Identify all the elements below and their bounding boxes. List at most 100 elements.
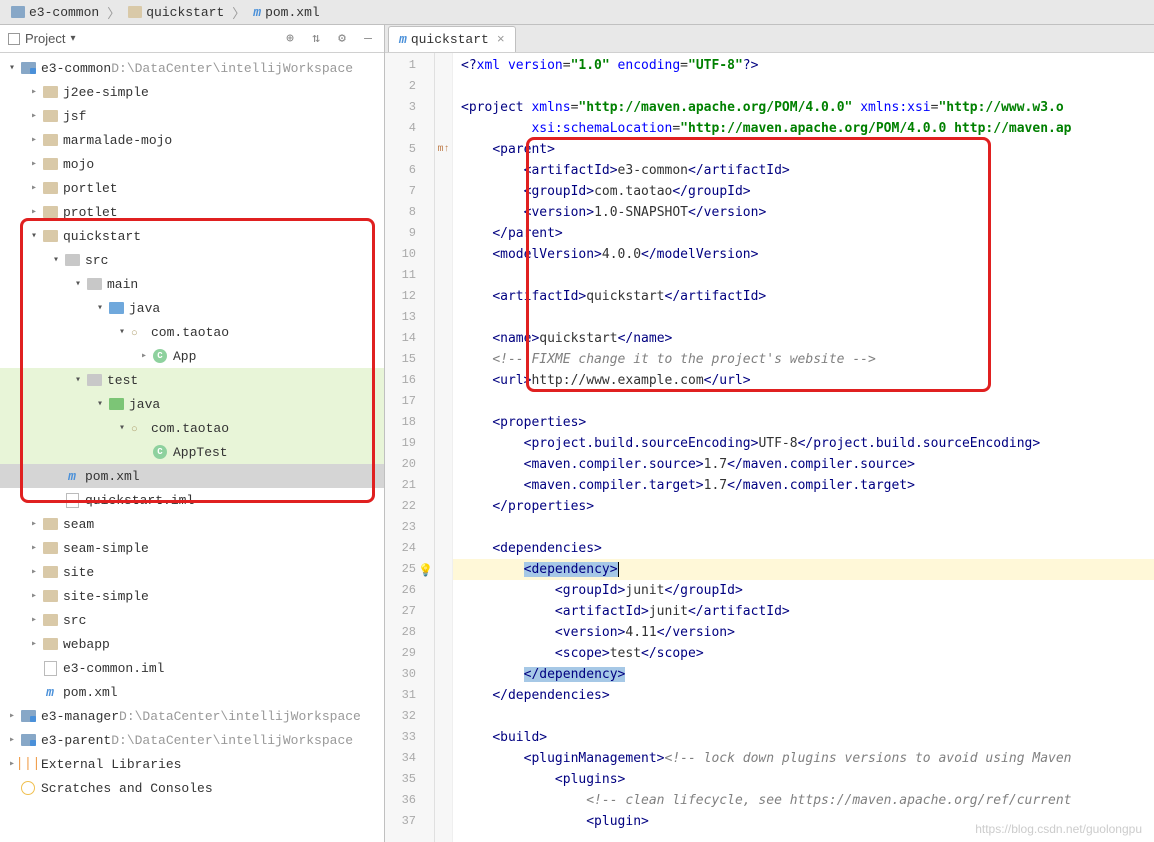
line-number[interactable]: 2: [385, 76, 434, 97]
code-line[interactable]: <maven.compiler.source>1.7</maven.compil…: [453, 454, 1154, 475]
breadcrumb-file[interactable]: m pom.xml: [247, 3, 325, 22]
tree-arrow-icon[interactable]: [5, 734, 19, 746]
tree-arrow-icon[interactable]: [27, 638, 41, 650]
tree-arrow-icon[interactable]: [5, 710, 19, 722]
tree-arrow-icon[interactable]: [71, 374, 85, 386]
breadcrumb-module[interactable]: quickstart: [122, 3, 230, 22]
line-number[interactable]: 10: [385, 244, 434, 265]
tree-row[interactable]: src: [0, 248, 384, 272]
line-number[interactable]: 4: [385, 118, 434, 139]
line-number[interactable]: 28: [385, 622, 434, 643]
code-line[interactable]: </dependencies>: [453, 685, 1154, 706]
line-number[interactable]: 9: [385, 223, 434, 244]
line-number[interactable]: 34: [385, 748, 434, 769]
code-line[interactable]: <url>http://www.example.com</url>: [453, 370, 1154, 391]
line-number[interactable]: 3: [385, 97, 434, 118]
code-line[interactable]: [453, 265, 1154, 286]
line-gutter[interactable]: 1234567891011121314151617181920212223242…: [385, 53, 435, 842]
tree-row[interactable]: Scratches and Consoles: [0, 776, 384, 800]
line-number[interactable]: 24: [385, 538, 434, 559]
code-line[interactable]: <!-- FIXME change it to the project's we…: [453, 349, 1154, 370]
line-number[interactable]: 21: [385, 475, 434, 496]
locate-icon[interactable]: ⊕: [282, 31, 298, 47]
code-line[interactable]: </parent>: [453, 223, 1154, 244]
gear-icon[interactable]: ⚙: [334, 31, 350, 47]
line-number[interactable]: 5: [385, 139, 434, 160]
code-line[interactable]: [453, 391, 1154, 412]
tree-arrow-icon[interactable]: [27, 206, 41, 218]
tree-arrow-icon[interactable]: [93, 398, 107, 410]
tree-arrow-icon[interactable]: [49, 254, 63, 266]
tree-row[interactable]: marmalade-mojo: [0, 128, 384, 152]
code-line[interactable]: <artifactId>e3-common</artifactId>: [453, 160, 1154, 181]
tree-arrow-icon[interactable]: [27, 614, 41, 626]
tree-arrow-icon[interactable]: [27, 566, 41, 578]
tree-arrow-icon[interactable]: [27, 134, 41, 146]
code-line[interactable]: <project.build.sourceEncoding>UTF-8</pro…: [453, 433, 1154, 454]
line-number[interactable]: 11: [385, 265, 434, 286]
line-number[interactable]: 37: [385, 811, 434, 832]
breadcrumb-root[interactable]: e3-common: [5, 3, 105, 22]
tree-arrow-icon[interactable]: [27, 230, 41, 242]
code-line[interactable]: xsi:schemaLocation="http://maven.apache.…: [453, 118, 1154, 139]
code-line[interactable]: <?xml version="1.0" encoding="UTF-8"?>: [453, 55, 1154, 76]
line-number[interactable]: 29: [385, 643, 434, 664]
tree-row[interactable]: e3-parent D:\DataCenter\intellijWorkspac…: [0, 728, 384, 752]
tree-row[interactable]: site-simple: [0, 584, 384, 608]
code-line[interactable]: <maven.compiler.target>1.7</maven.compil…: [453, 475, 1154, 496]
code-line[interactable]: <parent>: [453, 139, 1154, 160]
code-line[interactable]: </dependency>: [453, 664, 1154, 685]
line-number[interactable]: 32: [385, 706, 434, 727]
line-number[interactable]: 33: [385, 727, 434, 748]
tree-arrow-icon[interactable]: [115, 326, 129, 338]
line-number[interactable]: 7: [385, 181, 434, 202]
code-line[interactable]: <build>: [453, 727, 1154, 748]
line-number[interactable]: 17: [385, 391, 434, 412]
tree-row[interactable]: e3-common D:\DataCenter\intellijWorkspac…: [0, 56, 384, 80]
code-line[interactable]: </properties>: [453, 496, 1154, 517]
tree-arrow-icon[interactable]: [5, 62, 19, 74]
tree-arrow-icon[interactable]: [27, 86, 41, 98]
line-number[interactable]: 1: [385, 55, 434, 76]
line-number[interactable]: 31: [385, 685, 434, 706]
tree-row[interactable]: com.taotao: [0, 416, 384, 440]
tree-row[interactable]: webapp: [0, 632, 384, 656]
line-number[interactable]: 14: [385, 328, 434, 349]
line-number[interactable]: 22: [385, 496, 434, 517]
code-line[interactable]: <project xmlns="http://maven.apache.org/…: [453, 97, 1154, 118]
code-area[interactable]: <?xml version="1.0" encoding="UTF-8"?> <p…: [453, 53, 1154, 842]
line-number[interactable]: 18: [385, 412, 434, 433]
code-line[interactable]: <dependencies>: [453, 538, 1154, 559]
line-number[interactable]: 19: [385, 433, 434, 454]
hide-icon[interactable]: —: [360, 31, 376, 47]
tree-arrow-icon[interactable]: [93, 302, 107, 314]
line-number[interactable]: 12: [385, 286, 434, 307]
tree-row[interactable]: mojo: [0, 152, 384, 176]
line-number[interactable]: 36: [385, 790, 434, 811]
code-line[interactable]: <artifactId>quickstart</artifactId>: [453, 286, 1154, 307]
tree-row[interactable]: portlet: [0, 176, 384, 200]
tree-row[interactable]: mpom.xml: [0, 680, 384, 704]
collapse-icon[interactable]: ⇅: [308, 31, 324, 47]
project-tree[interactable]: e3-common D:\DataCenter\intellijWorkspac…: [0, 53, 384, 842]
tree-row[interactable]: java: [0, 296, 384, 320]
tree-arrow-icon[interactable]: [27, 158, 41, 170]
line-number[interactable]: 35: [385, 769, 434, 790]
project-dropdown[interactable]: Project ▾: [8, 31, 76, 46]
tree-row[interactable]: protlet: [0, 200, 384, 224]
tree-row[interactable]: test: [0, 368, 384, 392]
tree-row[interactable]: e3-common.iml: [0, 656, 384, 680]
line-number[interactable]: 6: [385, 160, 434, 181]
line-number[interactable]: 8: [385, 202, 434, 223]
line-number[interactable]: 27: [385, 601, 434, 622]
tree-arrow-icon[interactable]: [27, 542, 41, 554]
tree-arrow-icon[interactable]: [137, 350, 151, 362]
tree-row[interactable]: jsf: [0, 104, 384, 128]
code-line[interactable]: <properties>: [453, 412, 1154, 433]
code-line[interactable]: <groupId>com.taotao</groupId>: [453, 181, 1154, 202]
line-number[interactable]: 20: [385, 454, 434, 475]
tree-row[interactable]: java: [0, 392, 384, 416]
tree-arrow-icon[interactable]: [27, 590, 41, 602]
tree-row[interactable]: quickstart: [0, 224, 384, 248]
code-line[interactable]: <scope>test</scope>: [453, 643, 1154, 664]
